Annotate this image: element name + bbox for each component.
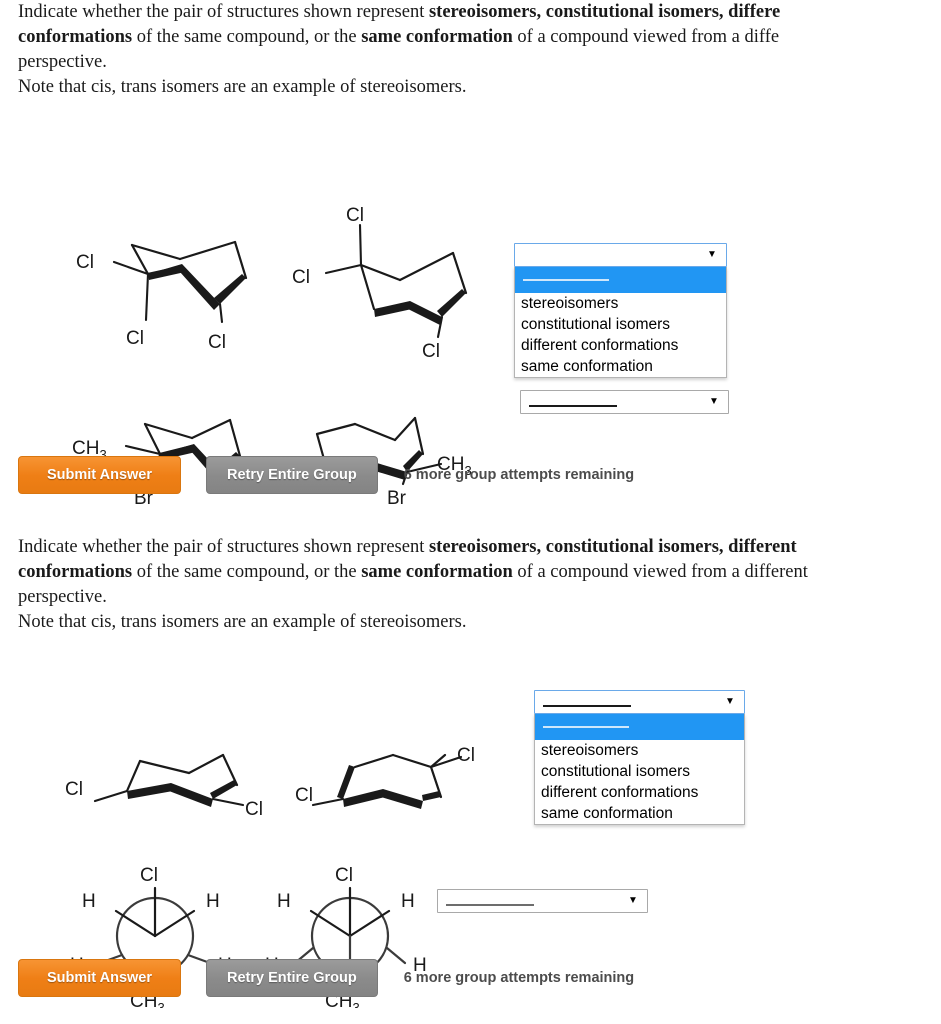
label-cl-2: Cl — [245, 799, 263, 820]
q2-action-row: Submit Answer Retry Entire Group 6 more … — [18, 959, 634, 997]
question-block-1: Indicate whether the pair of structures … — [0, 0, 941, 507]
q2-option-stereoisomers[interactable]: stereoisomers — [535, 740, 744, 761]
q1-answer-dropdown-closed[interactable]: ▼ — [520, 390, 729, 414]
label-h-2: H — [401, 891, 415, 912]
structure-chair-dichloro-right: Cl Cl — [295, 743, 495, 833]
label-cl-1: Cl — [76, 252, 94, 273]
q1-select-box[interactable]: ▼ — [514, 243, 727, 267]
q1-select-value-2 — [521, 394, 706, 418]
question-2-prompt: Indicate whether the pair of structures … — [0, 535, 908, 610]
question-block-2: Indicate whether the pair of structures … — [0, 535, 941, 1008]
label-h-1: H — [82, 891, 96, 912]
label-cl: Cl — [140, 865, 158, 886]
prompt-line-3: perspective. — [18, 587, 107, 607]
q1-answer-dropdown-open[interactable]: ▼ stereoisomers constitutional isomers d… — [514, 243, 727, 378]
q2-select-box-2[interactable]: ▼ — [437, 889, 648, 913]
prompt-line-2: conformations of the same compound, or t… — [18, 562, 808, 582]
label-cl-2: Cl — [457, 745, 475, 766]
question-1-note: Note that cis, trans isomers are an exam… — [18, 77, 467, 97]
label-h-2: H — [206, 891, 220, 912]
q2-select-value — [535, 694, 722, 718]
label-cl-1: Cl — [65, 779, 83, 800]
question-1-prompt: Indicate whether the pair of structures … — [0, 0, 941, 75]
label-cl-1: Cl — [346, 205, 364, 226]
prompt-line-1: Indicate whether the pair of structures … — [18, 2, 781, 22]
structure-chair-trichloro-right: Cl Cl Cl — [290, 205, 490, 360]
q2-options-list[interactable]: stereoisomers constitutional isomers dif… — [534, 714, 745, 825]
label-cl-1: Cl — [295, 785, 313, 806]
q1-option-different-conformations[interactable]: different conformations — [515, 335, 726, 356]
q2-submit-button[interactable]: Submit Answer — [18, 959, 181, 997]
label-cl-2: Cl — [126, 328, 144, 349]
q2-attempts-text: 6 more group attempts remaining — [403, 970, 635, 986]
blank-underline — [543, 726, 629, 728]
q1-submit-button[interactable]: Submit Answer — [18, 456, 181, 494]
blank-underline — [529, 405, 617, 407]
label-cl-3: Cl — [208, 332, 226, 353]
q1-select-box-2[interactable]: ▼ — [520, 390, 729, 414]
question-2-note: Note that cis, trans isomers are an exam… — [18, 612, 467, 632]
q1-attempts-text: 6 more group attempts remaining — [403, 467, 635, 483]
structure-chair-trichloro-left: Cl Cl Cl — [70, 212, 285, 367]
q2-answer-dropdown-open[interactable]: ▼ stereoisomers constitutional isomers d… — [534, 690, 745, 825]
q1-option-stereoisomers[interactable]: stereoisomers — [515, 293, 726, 314]
blank-underline — [446, 904, 534, 906]
q1-option-blank[interactable] — [515, 267, 726, 293]
chevron-down-icon[interactable]: ▼ — [706, 390, 728, 414]
q2-answer-dropdown-closed[interactable]: ▼ — [437, 889, 648, 913]
label-cl: Cl — [335, 865, 353, 886]
q1-option-constitutional-isomers[interactable]: constitutional isomers — [515, 314, 726, 335]
q2-retry-button[interactable]: Retry Entire Group — [206, 959, 378, 997]
q2-option-different-conformations[interactable]: different conformations — [535, 782, 744, 803]
prompt-line-3: perspective. — [18, 52, 107, 72]
q1-retry-button[interactable]: Retry Entire Group — [206, 456, 378, 494]
prompt-line-2: conformations of the same compound, or t… — [18, 27, 780, 47]
blank-underline — [523, 279, 609, 281]
structure-chair-dichloro-left: Cl Cl — [65, 743, 295, 833]
prompt-line-1: Indicate whether the pair of structures … — [18, 537, 797, 557]
chevron-down-icon[interactable]: ▼ — [722, 690, 744, 714]
q2-select-value-2 — [438, 893, 625, 917]
q1-action-row: Submit Answer Retry Entire Group 6 more … — [18, 456, 634, 494]
label-cl-3: Cl — [422, 341, 440, 360]
chevron-down-icon[interactable]: ▼ — [704, 243, 726, 267]
blank-underline — [543, 705, 631, 707]
chevron-down-icon[interactable]: ▼ — [625, 889, 647, 913]
q2-option-constitutional-isomers[interactable]: constitutional isomers — [535, 761, 744, 782]
q1-options-list[interactable]: stereoisomers constitutional isomers dif… — [514, 267, 727, 378]
label-cl-2: Cl — [292, 267, 310, 288]
label-h-1: H — [277, 891, 291, 912]
q2-option-same-conformation[interactable]: same conformation — [535, 803, 744, 824]
q2-select-box[interactable]: ▼ — [534, 690, 745, 714]
q1-option-same-conformation[interactable]: same conformation — [515, 356, 726, 377]
